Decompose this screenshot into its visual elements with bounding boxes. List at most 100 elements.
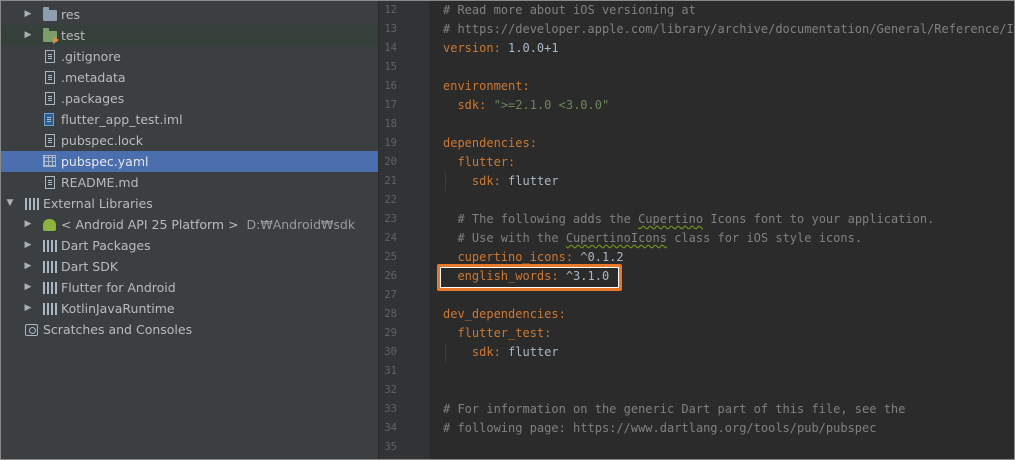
line-number: 31: [384, 365, 397, 377]
folder-icon: [43, 7, 57, 21]
code-line-33: # For information on the generic Dart pa…: [443, 402, 906, 416]
tree-item-test[interactable]: ▶ test: [1, 25, 378, 46]
line-number: 14: [384, 42, 397, 54]
line-number: 23: [384, 213, 397, 225]
expand-arrow-icon[interactable]: ▶: [23, 214, 33, 235]
tree-item-scratches[interactable]: Scratches and Consoles: [1, 319, 378, 340]
libraries-icon: [43, 261, 57, 273]
expand-arrow-icon[interactable]: ▶: [23, 256, 33, 277]
line-number: 25: [384, 251, 397, 263]
code-line-20: flutter:: [457, 155, 516, 169]
tree-item-res[interactable]: ▶ res: [1, 4, 378, 25]
line-number: 15: [384, 61, 397, 73]
line-number: 18: [384, 118, 397, 130]
tree-item-readme[interactable]: README.md: [1, 172, 378, 193]
line-number: 20: [384, 156, 397, 168]
line-number: 28: [384, 308, 397, 320]
tree-item-label: Dart SDK: [61, 259, 119, 274]
file-icon: [45, 134, 55, 147]
code-line-16: environment:: [443, 79, 530, 93]
tree-item-label: < Android API 25 Platform > D:₩Android₩s…: [61, 217, 356, 232]
ide-window: ▶ res ▶ test .gitignore .metadata .packa…: [0, 0, 1015, 460]
code-line-34: # following page: https://www.dartlang.o…: [443, 421, 877, 435]
tree-item-iml[interactable]: flutter_app_test.iml: [1, 109, 378, 130]
line-number: 16: [384, 80, 397, 92]
project-tree-panel: ▶ res ▶ test .gitignore .metadata .packa…: [1, 1, 378, 459]
test-folder-icon: [43, 28, 59, 44]
line-number: 13: [384, 23, 397, 35]
code-line-13: # https://developer.apple.com/library/ar…: [443, 22, 1014, 36]
tree-item-gitignore[interactable]: .gitignore: [1, 46, 378, 67]
expand-arrow-icon[interactable]: ▶: [23, 4, 33, 25]
tree-item-android-api[interactable]: ▶ < Android API 25 Platform > D:₩Android…: [1, 214, 378, 235]
code-line-17: sdk: ">=2.1.0 <3.0.0": [457, 98, 610, 112]
tree-item-label: pubspec.lock: [61, 133, 144, 148]
expand-arrow-icon[interactable]: ▶: [23, 25, 33, 46]
code-line-30: sdk: flutter: [471, 345, 559, 359]
tree-item-kotlin-runtime[interactable]: ▶ KotlinJavaRuntime: [1, 298, 378, 319]
code-line-19: dependencies:: [443, 136, 537, 150]
line-number: 30: [384, 346, 397, 358]
libraries-icon: [43, 303, 57, 315]
libraries-icon: [43, 282, 57, 294]
file-icon: [45, 50, 55, 63]
libraries-icon: [43, 240, 57, 252]
line-number: 33: [384, 403, 397, 415]
file-icon: [45, 71, 55, 84]
module-file-icon: [44, 113, 54, 126]
yaml-file-icon: [43, 155, 56, 167]
tree-item-label: .packages: [61, 91, 125, 106]
tree-item-metadata[interactable]: .metadata: [1, 67, 378, 88]
line-number: 32: [384, 384, 397, 396]
tree-item-label: test: [61, 28, 86, 43]
expand-arrow-icon[interactable]: ▶: [23, 298, 33, 319]
editor-gutter: 12 13 14 15 16 17 18 19 20 21 22 23 24 2…: [379, 1, 441, 459]
code-line-28: dev_dependencies:: [443, 307, 566, 321]
tree-item-label: .metadata: [61, 70, 126, 85]
tree-item-label: pubspec.yaml: [61, 154, 149, 169]
line-number: 22: [384, 194, 397, 206]
scratches-icon: [25, 324, 38, 336]
code-line-14: version: 1.0.0+1: [443, 41, 559, 55]
collapse-arrow-icon[interactable]: ▼: [5, 193, 15, 214]
expand-arrow-icon[interactable]: ▶: [23, 235, 33, 256]
android-icon: [43, 219, 56, 231]
tree-item-external-libraries[interactable]: ▼ External Libraries: [1, 193, 378, 214]
tree-item-flutter-android[interactable]: ▶ Flutter for Android: [1, 277, 378, 298]
sdk-path: D:₩Android₩sdk: [246, 217, 356, 232]
tree-item-packages[interactable]: .packages: [1, 88, 378, 109]
tree-item-label: res: [61, 7, 81, 22]
line-number: 19: [384, 137, 397, 149]
tree-item-label: README.md: [61, 175, 139, 190]
code-line-29: flutter_test:: [457, 326, 552, 340]
tree-item-label: Flutter for Android: [61, 280, 176, 295]
annotation-highlight-box: [437, 264, 622, 291]
line-number: 26: [384, 270, 397, 282]
line-number: 12: [384, 4, 397, 16]
line-number: 27: [384, 289, 397, 301]
tree-item-pubspec-lock[interactable]: pubspec.lock: [1, 130, 378, 151]
line-number: 34: [384, 422, 397, 434]
tree-item-label: flutter_app_test.iml: [61, 112, 183, 127]
tree-item-label: Scratches and Consoles: [43, 322, 193, 337]
code-line-12: # Read more about iOS versioning at: [443, 3, 696, 17]
code-editor[interactable]: # Read more about iOS versioning at # ht…: [429, 1, 1014, 459]
code-line-21: sdk: flutter: [471, 174, 559, 188]
file-icon: [45, 92, 55, 105]
line-number: 24: [384, 232, 397, 244]
line-number: 17: [384, 99, 397, 111]
file-icon: [45, 176, 55, 189]
line-number: 29: [384, 327, 397, 339]
tree-item-label: .gitignore: [61, 49, 121, 64]
line-number: 21: [384, 175, 397, 187]
tree-item-label: External Libraries: [43, 196, 153, 211]
tree-item-dart-packages[interactable]: ▶ Dart Packages: [1, 235, 378, 256]
line-number: 35: [384, 441, 397, 453]
code-line-23: # The following adds the Cupertino Icons…: [457, 212, 935, 226]
expand-arrow-icon[interactable]: ▶: [23, 277, 33, 298]
tree-item-pubspec-yaml[interactable]: pubspec.yaml: [1, 151, 378, 172]
libraries-icon: [25, 198, 39, 210]
tree-item-dart-sdk[interactable]: ▶ Dart SDK: [1, 256, 378, 277]
tree-item-label: KotlinJavaRuntime: [61, 301, 175, 316]
code-line-24: # Use with the CupertinoIcons class for …: [457, 231, 863, 245]
